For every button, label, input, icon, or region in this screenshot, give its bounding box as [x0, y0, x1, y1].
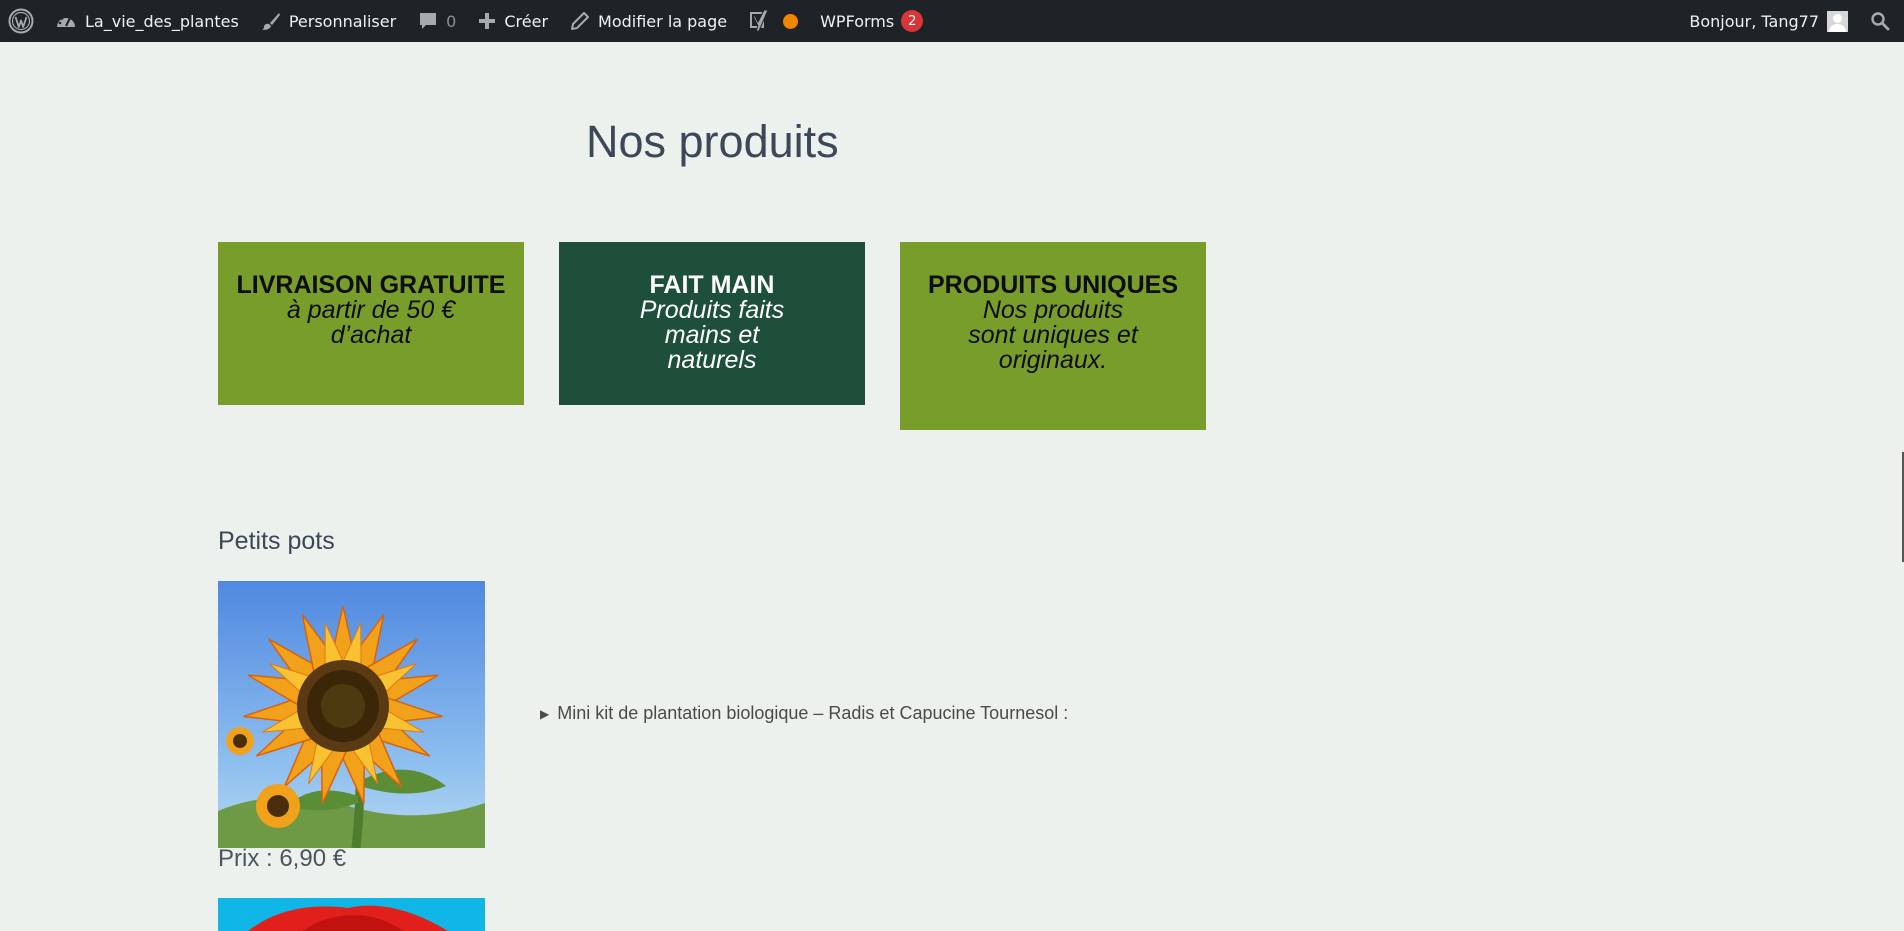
wpforms-label: WPForms [820, 11, 895, 31]
edit-page-label: Modifier la page [598, 11, 728, 31]
admin-bar-left: La_vie_des_plantes Personnaliser 0 Créer [0, 0, 934, 42]
site-name-menu[interactable]: La_vie_des_plantes [44, 0, 250, 42]
next-product-image [218, 898, 485, 931]
my-account-menu[interactable]: Bonjour, Tang77 [1678, 0, 1859, 42]
feature-subtitle: Produits faits mains et naturels [639, 296, 785, 374]
page-title: Nos produits [586, 116, 839, 167]
seo-status-dot [783, 13, 799, 29]
paintbrush-icon [261, 13, 280, 30]
feature-unique-products: PRODUITS UNIQUES Nos produits sont uniqu… [900, 242, 1206, 430]
avatar [1827, 10, 1848, 32]
product-details-toggle[interactable]: ▶ Mini kit de plantation biologique – Ra… [540, 703, 1068, 724]
dashboard-icon [57, 15, 75, 27]
sunflower-image [218, 581, 485, 848]
product-price: Prix : 6,90 € [218, 845, 347, 872]
wpforms-menu[interactable]: WPForms 2 [809, 0, 934, 42]
site-name-label: La_vie_des_plantes [85, 11, 239, 31]
feature-title: PRODUITS UNIQUES [927, 271, 1179, 299]
wordpress-icon [8, 8, 34, 34]
disclosure-triangle-icon: ▶ [540, 706, 550, 721]
comments-menu[interactable]: 0 [407, 0, 467, 42]
comments-count: 0 [446, 11, 457, 31]
feature-subtitle: à partir de 50 € d’achat [286, 296, 456, 349]
greeting-label: Bonjour, Tang77 [1689, 11, 1819, 31]
plus-icon [479, 13, 496, 29]
edit-page-menu[interactable]: Modifier la page [559, 0, 738, 42]
customize-menu[interactable]: Personnaliser [250, 0, 407, 42]
search-icon [1871, 12, 1890, 31]
yoast-seo-menu[interactable] [738, 0, 809, 42]
create-menu[interactable]: Créer [467, 0, 559, 42]
create-label: Créer [504, 11, 549, 31]
scrollbar[interactable] [1898, 42, 1904, 931]
product-summary-label: Mini kit de plantation biologique – Radi… [557, 703, 1069, 723]
wordpress-logo-button[interactable] [0, 0, 44, 42]
customize-label: Personnaliser [288, 11, 397, 31]
feature-free-delivery: LIVRAISON GRATUITE à partir de 50 € d’ac… [218, 242, 524, 405]
feature-subtitle: Nos produits sont uniques et originaux. [968, 296, 1138, 374]
search-button[interactable] [1859, 0, 1904, 42]
feature-title: LIVRAISON GRATUITE [236, 271, 506, 299]
wpforms-notification-badge: 2 [901, 10, 924, 32]
feature-title: FAIT MAIN [649, 271, 775, 299]
feature-handmade: FAIT MAIN Produits faits mains et nature… [559, 242, 865, 405]
yoast-icon [750, 9, 769, 32]
pencil-icon [571, 12, 590, 30]
admin-bar-right: Bonjour, Tang77 [1678, 0, 1904, 42]
comment-icon [420, 13, 437, 29]
admin-bar: La_vie_des_plantes Personnaliser 0 Créer [0, 0, 1904, 42]
section-title: Petits pots [218, 527, 335, 555]
